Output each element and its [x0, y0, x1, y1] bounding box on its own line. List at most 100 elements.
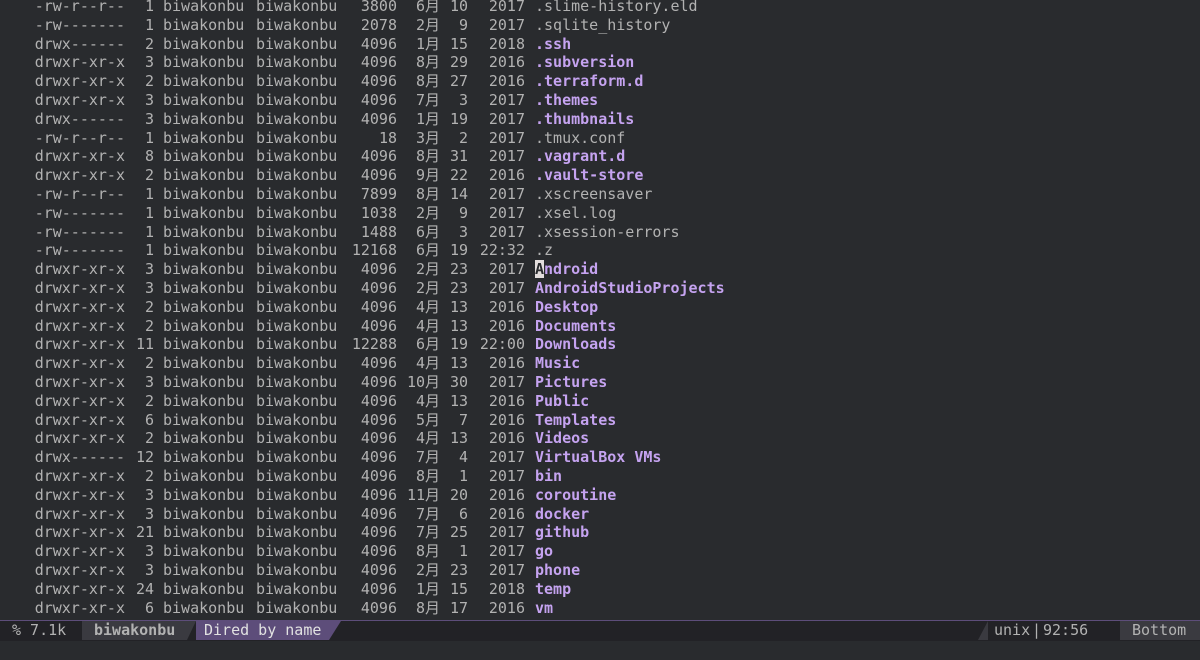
file-day: 23 — [449, 560, 468, 579]
file-owner: biwakonbu — [163, 579, 245, 598]
file-size: 3800 — [360, 0, 397, 15]
file-row[interactable]: drwx------ 2 biwakonbu biwakonbu 4096 1月 15 201… — [0, 35, 1200, 54]
file-size: 4096 — [360, 410, 397, 429]
file-owner: biwakonbu — [163, 429, 245, 448]
file-size: 18 — [378, 128, 397, 147]
file-name[interactable]: .slime-history.eld — [535, 0, 698, 16]
file-group: biwakonbu — [256, 335, 338, 354]
file-row[interactable]: drwxr-xr-x 24 biwakonbu biwakonbu 4096 1月 15 20… — [0, 580, 1200, 599]
file-row[interactable]: -rw-r--r-- 1 biwakonbu biwakonbu 18 3月 2 2017 .t… — [0, 129, 1200, 148]
directory-name[interactable]: Templates — [535, 411, 616, 430]
file-name[interactable]: .xscreensaver — [535, 185, 652, 204]
file-row[interactable]: drwxr-xr-x 3 biwakonbu biwakonbu 4096 7月 3 2017… — [0, 91, 1200, 110]
file-row[interactable]: drwxr-xr-x 3 biwakonbu biwakonbu 4096 2月 23 201… — [0, 561, 1200, 580]
file-month: 10月 — [406, 372, 440, 391]
file-month: 2月 — [415, 560, 440, 579]
directory-name[interactable]: .subversion — [535, 53, 634, 72]
file-row[interactable]: drwxr-xr-x 6 biwakonbu biwakonbu 4096 8月 17 201… — [0, 599, 1200, 618]
file-year-or-time: 2017 — [488, 15, 525, 34]
directory-name[interactable]: go — [535, 542, 553, 561]
file-row[interactable]: drwx------ 3 biwakonbu biwakonbu 4096 1月 19 201… — [0, 110, 1200, 129]
directory-name[interactable]: temp — [535, 580, 571, 599]
file-name[interactable]: .sqlite_history — [535, 16, 670, 35]
file-size: 4096 — [360, 166, 397, 185]
file-row[interactable]: drwxr-xr-x 2 biwakonbu biwakonbu 4096 4月 13 201… — [0, 354, 1200, 373]
directory-name[interactable]: Desktop — [535, 298, 598, 317]
directory-name[interactable]: Documents — [535, 317, 616, 336]
directory-name[interactable]: Android — [535, 260, 598, 279]
directory-name[interactable]: .ssh — [535, 35, 571, 54]
file-row[interactable]: drwxr-xr-x 8 biwakonbu biwakonbu 4096 8月 31 201… — [0, 147, 1200, 166]
directory-name[interactable]: .themes — [535, 91, 598, 110]
directory-name[interactable]: docker — [535, 505, 589, 524]
directory-name[interactable]: phone — [535, 561, 580, 580]
file-row[interactable]: -rw-r--r-- 1 biwakonbu biwakonbu 3800 6月 10 201… — [0, 0, 1200, 16]
file-row[interactable]: drwxr-xr-x 2 biwakonbu biwakonbu 4096 4月 13 201… — [0, 317, 1200, 336]
link-count: 6 — [144, 598, 154, 617]
directory-name[interactable]: Public — [535, 392, 589, 411]
directory-name[interactable]: Music — [535, 354, 580, 373]
file-row[interactable]: -rw-r--r-- 1 biwakonbu biwakonbu 7899 8月 14 201… — [0, 185, 1200, 204]
file-day: 19 — [449, 109, 468, 128]
file-name[interactable]: .z — [535, 241, 553, 260]
directory-name[interactable]: Downloads — [535, 335, 616, 354]
file-name[interactable]: .xsel.log — [535, 204, 616, 223]
file-row[interactable]: drwxr-xr-x 6 biwakonbu biwakonbu 4096 5月 7 2016… — [0, 411, 1200, 430]
directory-name[interactable]: .vault-store — [535, 166, 643, 185]
file-row[interactable]: drwxr-xr-x 3 biwakonbu biwakonbu 4096 8月 1 2017… — [0, 542, 1200, 561]
file-day: 9 — [458, 15, 468, 34]
link-count: 2 — [144, 466, 154, 485]
file-day: 31 — [449, 147, 468, 166]
directory-name[interactable]: .thumbnails — [535, 110, 634, 129]
file-row[interactable]: drwxr-xr-x 2 biwakonbu biwakonbu 4096 4月 13 201… — [0, 392, 1200, 411]
directory-name[interactable]: Pictures — [535, 373, 607, 392]
file-name[interactable]: .xsession-errors — [535, 223, 680, 242]
file-permissions: drwxr-xr-x — [34, 72, 125, 91]
file-name[interactable]: .tmux.conf — [535, 129, 625, 148]
file-row[interactable]: drwxr-xr-x 2 biwakonbu biwakonbu 4096 4月 13 201… — [0, 298, 1200, 317]
file-owner: biwakonbu — [163, 560, 245, 579]
file-year-or-time: 2016 — [488, 166, 525, 185]
directory-name[interactable]: .vagrant.d — [535, 147, 625, 166]
file-day: 15 — [449, 579, 468, 598]
file-row[interactable]: drwxr-xr-x 2 biwakonbu biwakonbu 4096 4月 13 201… — [0, 429, 1200, 448]
file-row[interactable]: drwxr-xr-x 2 biwakonbu biwakonbu 4096 9月 22 201… — [0, 166, 1200, 185]
file-row[interactable]: drwxr-xr-x 21 biwakonbu biwakonbu 4096 7月 25 20… — [0, 523, 1200, 542]
file-row[interactable]: drwxr-xr-x 3 biwakonbu biwakonbu 4096 10月 30 20… — [0, 373, 1200, 392]
major-mode[interactable]: Dired by name — [196, 621, 330, 640]
file-row[interactable]: drwxr-xr-x 2 biwakonbu biwakonbu 4096 8月 27 201… — [0, 72, 1200, 91]
file-row[interactable]: drwxr-xr-x 3 biwakonbu biwakonbu 4096 2月 23 201… — [0, 260, 1200, 279]
buffer-name[interactable]: biwakonbu — [82, 621, 188, 640]
file-row[interactable]: drwxr-xr-x 3 biwakonbu biwakonbu 4096 2月 23 201… — [0, 279, 1200, 298]
file-row[interactable]: drwxr-xr-x 11 biwakonbu biwakonbu 12288 6月 19 2… — [0, 335, 1200, 354]
file-year-or-time: 2016 — [488, 504, 525, 523]
file-month: 11月 — [406, 485, 440, 504]
file-row[interactable]: -rw------- 1 biwakonbu biwakonbu 1488 6月 3 2017… — [0, 223, 1200, 242]
file-month: 8月 — [415, 147, 440, 166]
file-row[interactable]: drwx------ 12 biwakonbu biwakonbu 4096 7月 4 201… — [0, 448, 1200, 467]
file-permissions: drwxr-xr-x — [34, 542, 125, 561]
file-row[interactable]: drwxr-xr-x 3 biwakonbu biwakonbu 4096 8月 29 201… — [0, 53, 1200, 72]
file-permissions: -rw-r--r-- — [34, 0, 125, 15]
dired-listing[interactable]: -rw-r--r-- 1 biwakonbu biwakonbu 3800 6月 10 201… — [0, 0, 1200, 617]
directory-name[interactable]: coroutine — [535, 486, 616, 505]
directory-name[interactable]: .terraform.d — [535, 72, 643, 91]
directory-name[interactable]: github — [535, 523, 589, 542]
directory-name[interactable]: Videos — [535, 429, 589, 448]
file-month: 4月 — [415, 316, 440, 335]
file-year-or-time: 2016 — [488, 598, 525, 617]
directory-name[interactable]: vm — [535, 599, 553, 618]
directory-name[interactable]: VirtualBox VMs — [535, 448, 661, 467]
file-row[interactable]: drwxr-xr-x 2 biwakonbu biwakonbu 4096 8月 1 2017… — [0, 467, 1200, 486]
echo-area[interactable] — [0, 641, 1200, 660]
file-row[interactable]: -rw------- 1 biwakonbu biwakonbu 12168 6月 19 22… — [0, 241, 1200, 260]
file-day: 19 — [449, 335, 468, 354]
file-row[interactable]: -rw------- 1 biwakonbu biwakonbu 1038 2月 9 2017… — [0, 204, 1200, 223]
directory-name[interactable]: AndroidStudioProjects — [535, 279, 725, 298]
file-row[interactable]: drwxr-xr-x 3 biwakonbu biwakonbu 4096 11月 20 20… — [0, 486, 1200, 505]
file-permissions: -rw------- — [34, 222, 125, 241]
file-row[interactable]: -rw------- 1 biwakonbu biwakonbu 2078 2月 9 2017… — [0, 16, 1200, 35]
file-permissions: drwxr-xr-x — [34, 354, 125, 373]
file-row[interactable]: drwxr-xr-x 3 biwakonbu biwakonbu 4096 7月 6 2016… — [0, 505, 1200, 524]
directory-name[interactable]: bin — [535, 467, 562, 486]
